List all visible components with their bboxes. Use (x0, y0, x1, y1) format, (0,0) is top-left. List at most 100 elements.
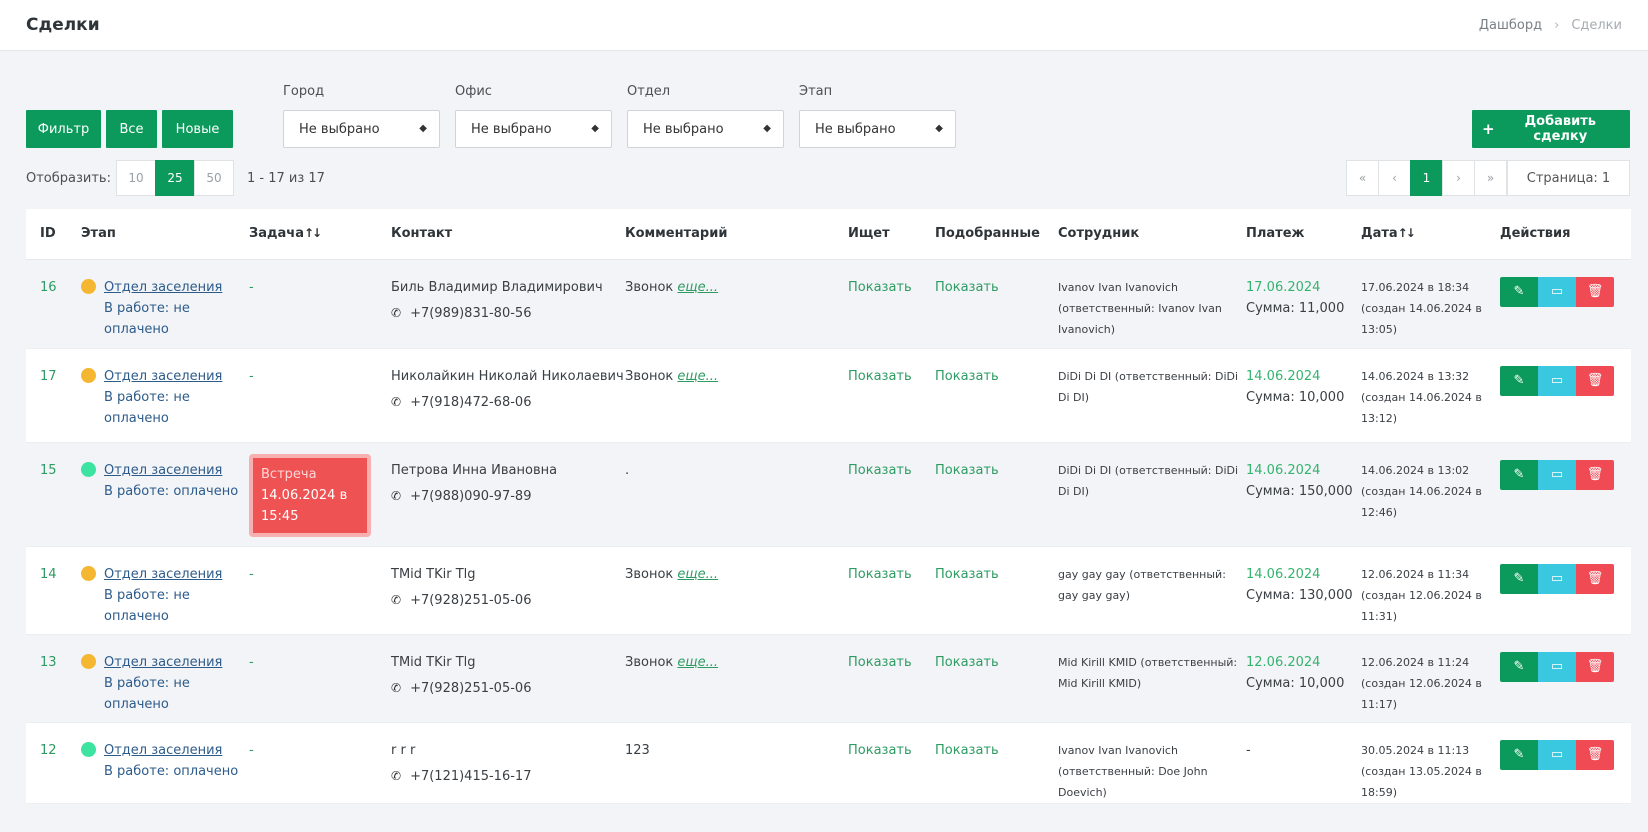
deal-id[interactable]: 12 (26, 722, 81, 804)
stage-link[interactable]: Отдел заселения (104, 369, 222, 384)
breadcrumb-dashboard[interactable]: Дашборд (1479, 18, 1542, 33)
comment-more-link[interactable]: еще... (677, 280, 718, 295)
city-label: Город (283, 84, 325, 99)
filter-bar: Фильтр Все Новые Город Не выбрано ◆ Офис … (26, 84, 1630, 150)
col-task[interactable]: Задача↑↓ (249, 209, 391, 260)
payment-cell: 14.06.2024 Сумма: 130,000 (1246, 546, 1361, 635)
page-size-50[interactable]: 50 (193, 160, 234, 196)
pencil-icon: ✎ (1513, 747, 1525, 762)
page-size-10[interactable]: 10 (115, 160, 156, 196)
pencil-icon: ✎ (1513, 659, 1525, 674)
edit-button[interactable]: ✎ (1500, 651, 1538, 682)
comment-cell: Звонок еще... (625, 348, 848, 443)
comment-more-link[interactable]: еще... (677, 655, 718, 670)
matched-show-link[interactable]: Показать (935, 463, 999, 478)
employee-cell: Mid Kirill KMID (ответственный: Mid Kiri… (1058, 634, 1246, 723)
seeking-show-link[interactable]: Показать (848, 567, 912, 582)
department-label: Отдел (627, 84, 671, 99)
delete-button[interactable]: 🗑 (1576, 459, 1614, 490)
delete-button[interactable]: 🗑 (1576, 276, 1614, 307)
view-button[interactable]: ▭ (1538, 276, 1576, 307)
contact-phone[interactable]: +7(121)415-16-17 (410, 766, 531, 787)
filter-button[interactable]: Фильтр (26, 110, 101, 148)
delete-button[interactable]: 🗑 (1576, 563, 1614, 594)
task-empty: - (249, 566, 254, 582)
matched-show-link[interactable]: Показать (935, 280, 999, 295)
office-select[interactable]: Не выбрано ◆ (455, 110, 612, 148)
new-button[interactable]: Новые (162, 110, 233, 148)
view-button[interactable]: ▭ (1538, 365, 1576, 396)
seeking-show-link[interactable]: Показать (848, 655, 912, 670)
comment-cell: 123 (625, 722, 848, 804)
matched-show-link[interactable]: Показать (935, 567, 999, 582)
comment-more-link[interactable]: еще... (677, 369, 718, 384)
contact-phone[interactable]: +7(928)251-05-06 (410, 590, 531, 611)
next-page-button[interactable]: › (1442, 160, 1475, 196)
date-cell: 12.06.2024 в 11:34 (создан 12.06.2024 в … (1361, 546, 1500, 635)
prev-page-button[interactable]: ‹ (1378, 160, 1411, 196)
add-deal-button[interactable]: + Добавить сделку (1472, 110, 1630, 148)
actions-cell: ✎ ▭ 🗑 (1500, 634, 1631, 723)
edit-button[interactable]: ✎ (1500, 739, 1538, 770)
city-select[interactable]: Не выбрано ◆ (283, 110, 440, 148)
edit-button[interactable]: ✎ (1500, 276, 1538, 307)
matched-cell: Показать (935, 442, 1058, 547)
seeking-show-link[interactable]: Показать (848, 743, 912, 758)
view-button[interactable]: ▭ (1538, 739, 1576, 770)
edit-button[interactable]: ✎ (1500, 459, 1538, 490)
seeking-show-link[interactable]: Показать (848, 463, 912, 478)
matched-show-link[interactable]: Показать (935, 369, 999, 384)
seeking-show-link[interactable]: Показать (848, 369, 912, 384)
contact-phone[interactable]: +7(988)090-97-89 (410, 486, 531, 507)
table-row: 13 Отдел заселения В работе: не оплачено … (26, 634, 1631, 723)
pager-row: Отобразить: 10 25 50 1 - 17 из 17 « ‹ 1 … (26, 160, 1630, 196)
edit-button[interactable]: ✎ (1500, 563, 1538, 594)
view-button[interactable]: ▭ (1538, 459, 1576, 490)
view-button[interactable]: ▭ (1538, 651, 1576, 682)
stage-link[interactable]: Отдел заселения (104, 567, 222, 582)
department-select[interactable]: Не выбрано ◆ (627, 110, 784, 148)
stage-status: В работе: оплачено (104, 763, 239, 779)
contact-phone[interactable]: +7(918)472-68-06 (410, 392, 531, 413)
matched-show-link[interactable]: Показать (935, 743, 999, 758)
task-empty: - (249, 368, 254, 384)
delete-button[interactable]: 🗑 (1576, 739, 1614, 770)
view-button[interactable]: ▭ (1538, 563, 1576, 594)
payment-sum: - (1246, 742, 1251, 758)
comment-more-link[interactable]: еще... (677, 567, 718, 582)
seeking-show-link[interactable]: Показать (848, 280, 912, 295)
delete-button[interactable]: 🗑 (1576, 651, 1614, 682)
delete-button[interactable]: 🗑 (1576, 365, 1614, 396)
matched-show-link[interactable]: Показать (935, 655, 999, 670)
stage-cell: Отдел заселения В работе: оплачено (81, 722, 249, 804)
last-page-button[interactable]: » (1474, 160, 1507, 196)
page-1-button[interactable]: 1 (1410, 160, 1443, 196)
stage-link[interactable]: Отдел заселения (104, 463, 222, 478)
contact-phone[interactable]: +7(928)251-05-06 (410, 678, 531, 699)
all-button[interactable]: Все (106, 110, 157, 148)
deal-id[interactable]: 13 (26, 634, 81, 723)
records-range: 1 - 17 из 17 (246, 170, 325, 186)
matched-cell: Показать (935, 546, 1058, 635)
date-cell: 12.06.2024 в 11:24 (создан 12.06.2024 в … (1361, 634, 1500, 723)
deal-id[interactable]: 15 (26, 442, 81, 547)
deal-id[interactable]: 17 (26, 348, 81, 443)
status-dot-icon (81, 367, 96, 383)
stage-link[interactable]: Отдел заселения (104, 743, 222, 758)
edit-button[interactable]: ✎ (1500, 365, 1538, 396)
stage-link[interactable]: Отдел заселения (104, 280, 222, 295)
date-cell: 14.06.2024 в 13:02 (создан 14.06.2024 в … (1361, 442, 1500, 547)
page-size-25[interactable]: 25 (154, 160, 195, 196)
deal-id[interactable]: 14 (26, 546, 81, 635)
task-badge[interactable]: Встреча 14.06.2024 в 15:45 (249, 453, 371, 537)
col-date[interactable]: Дата↑↓ (1361, 209, 1500, 260)
page-indicator: Страница: 1 (1507, 160, 1630, 196)
deal-id[interactable]: 16 (26, 259, 81, 349)
stage-value: Не выбрано (815, 121, 896, 137)
stage-select[interactable]: Не выбрано ◆ (799, 110, 956, 148)
comment-cell: Звонок еще... (625, 634, 848, 723)
stage-link[interactable]: Отдел заселения (104, 655, 222, 670)
sort-caret-icon: ◆ (763, 123, 771, 134)
first-page-button[interactable]: « (1346, 160, 1379, 196)
contact-phone[interactable]: +7(989)831-80-56 (410, 303, 531, 324)
